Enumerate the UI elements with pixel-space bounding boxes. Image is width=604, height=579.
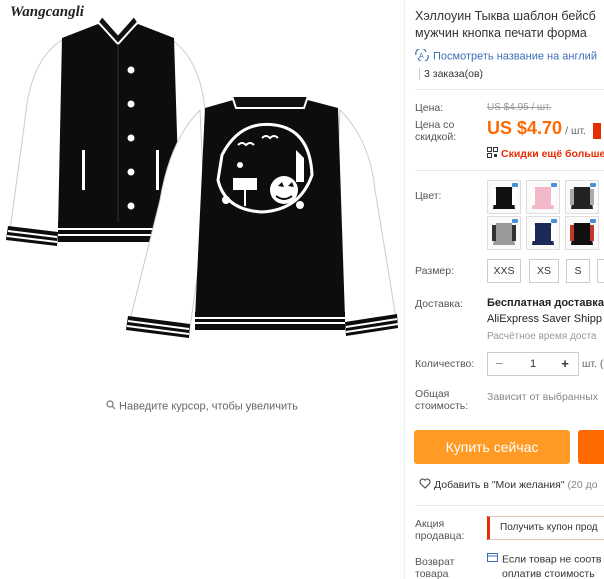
divider (415, 89, 604, 90)
returns-line2: оплатив стоимость (502, 568, 595, 579)
returns-label: Возврат товара (415, 556, 454, 579)
price-unit: / шт. (565, 125, 586, 137)
size-option[interactable]: S (566, 259, 590, 283)
color-swatch[interactable] (526, 180, 560, 214)
svg-text:A: A (419, 53, 424, 60)
product-info: Хэллоуин Тыква шаблон бейсб мужчин кнопк… (405, 0, 604, 579)
quantity-input[interactable]: 1 (520, 353, 546, 375)
wishlist-text: Добавить в "Мои желания" (434, 478, 565, 491)
quantity-label: Количество: (415, 358, 475, 370)
seller-promo-label: Акция продавца: (415, 518, 464, 542)
color-swatch[interactable] (487, 216, 521, 250)
color-swatch[interactable] (487, 180, 521, 214)
product-title-line2: мужчин кнопка печати форма (415, 26, 587, 40)
divider (415, 505, 604, 506)
wishlist-count: (20 до (567, 478, 598, 491)
size-option[interactable]: M (597, 259, 604, 283)
returns-line1: Если товар не соотв (502, 553, 602, 566)
product-gallery: Wangcangli Наведите курсор, чтобы увелич… (0, 0, 404, 579)
heart-icon (419, 478, 431, 492)
get-coupon-button[interactable]: Получить купон прод (487, 516, 604, 540)
old-price: US $4.95 / шт. (487, 102, 552, 113)
zoom-hint-text: Наведите курсор, чтобы увеличить (119, 400, 298, 413)
quantity-stepper: − 1 + (487, 352, 579, 376)
color-swatch[interactable] (565, 180, 599, 214)
discount-price-label: Цена со скидкой: (415, 119, 456, 143)
product-image[interactable] (0, 0, 404, 390)
total-value: Зависит от выбранных (487, 391, 599, 403)
color-swatch[interactable] (526, 216, 560, 250)
total-label: Общая стоимость: (415, 388, 468, 412)
returns-info: Если товар не соотв оплатив стоимость (487, 552, 601, 579)
total-label-line1: Общая (415, 388, 450, 400)
discount-label-line2: скидкой: (415, 131, 457, 143)
view-english-title-link[interactable]: A Посмотреть название на англий (415, 47, 597, 64)
shipping-method[interactable]: AliExpress Saver Shipp (487, 313, 602, 325)
discount-label-line1: Цена со (415, 119, 455, 131)
quantity-unit: шт. ( (582, 358, 604, 370)
orders-count: 3 заказа(ов) (419, 68, 483, 80)
price-label: Цена: (415, 102, 444, 114)
return-policy-icon (487, 552, 498, 567)
quantity-plus-button[interactable]: + (554, 353, 576, 375)
shipping-label: Доставка: (415, 298, 464, 310)
add-to-cart-button[interactable] (578, 430, 604, 464)
seller-promo-label-line1: Акция (415, 518, 445, 530)
qr-icon (487, 147, 498, 161)
buy-now-button[interactable]: Купить сейчас (414, 430, 570, 464)
total-label-line2: стоимость: (415, 400, 469, 412)
discount-tag (593, 123, 602, 140)
view-english-title-text: Посмотреть название на англий (433, 50, 597, 63)
zoom-hint: Наведите курсор, чтобы увеличить (0, 400, 404, 413)
coupon-link[interactable]: Скидки ещё больше (487, 147, 604, 161)
size-label: Размер: (415, 265, 455, 277)
translate-icon: A (415, 47, 429, 64)
discount-price: US $4.70 / шт. (487, 118, 602, 140)
returns-label-line1: Возврат (415, 556, 455, 568)
price-value: US $4.70 (487, 118, 563, 138)
size-option[interactable]: XXS (487, 259, 521, 283)
coupon-text: Скидки ещё больше (501, 147, 604, 160)
product-title-line1: Хэллоуин Тыква шаблон бейсб (415, 9, 596, 23)
size-option[interactable]: XS (529, 259, 559, 283)
color-label: Цвет: (415, 190, 442, 202)
product-title: Хэллоуин Тыква шаблон бейсб мужчин кнопк… (415, 8, 604, 42)
shipping-line1: Бесплатная доставка в (487, 297, 604, 309)
seller-promo-label-line2: продавца: (415, 530, 465, 542)
color-swatch[interactable] (565, 216, 599, 250)
quantity-minus-button[interactable]: − (488, 353, 510, 375)
add-to-wishlist[interactable]: Добавить в "Мои желания" (20 до (419, 478, 598, 492)
divider (415, 170, 604, 171)
returns-label-line2: товара (415, 568, 449, 579)
magnifier-icon (106, 400, 116, 413)
shipping-eta: Расчётное время доста (487, 331, 597, 342)
